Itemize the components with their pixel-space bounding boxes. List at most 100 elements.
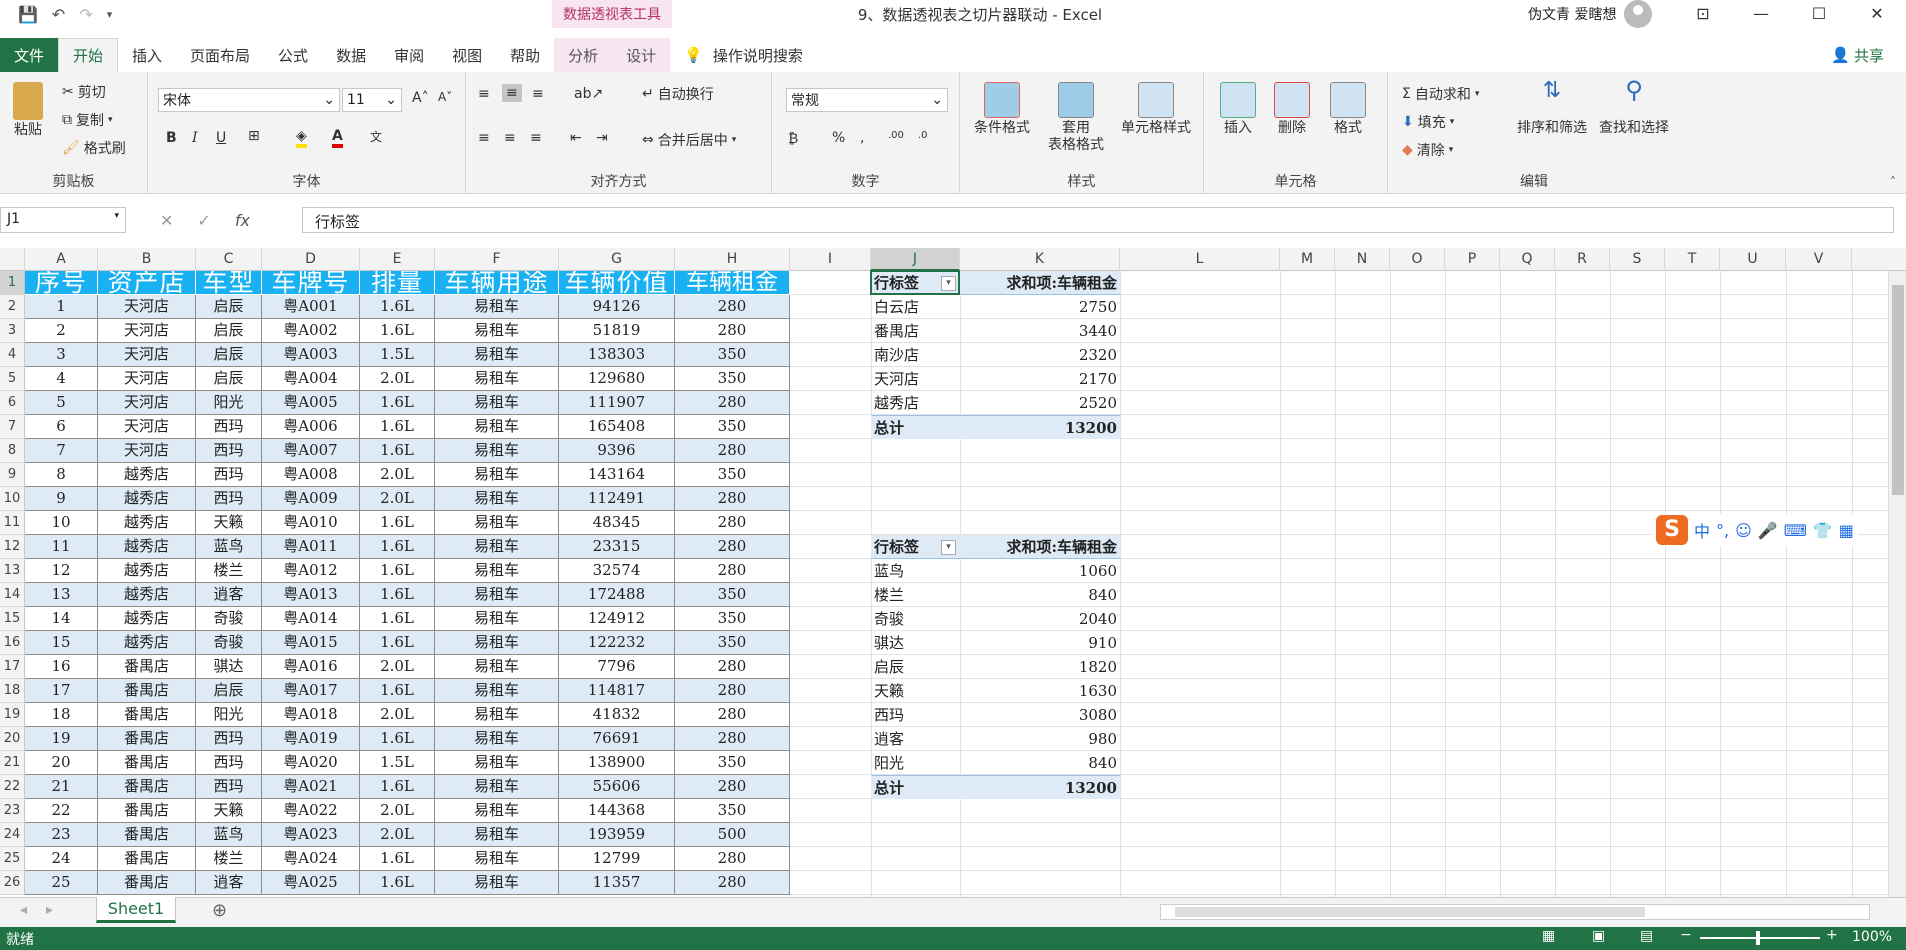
table-cell[interactable]: 粤A006: [262, 415, 360, 439]
column-header-u[interactable]: U: [1720, 248, 1786, 271]
decrease-decimal-icon[interactable]: .0: [918, 130, 928, 141]
table-cell[interactable]: 165408: [559, 415, 675, 439]
table-cell[interactable]: 1.6L: [360, 727, 435, 751]
table-cell[interactable]: 124912: [559, 607, 675, 631]
row-header[interactable]: 4: [0, 343, 25, 367]
pivot-row-value[interactable]: 1630: [960, 679, 1120, 703]
delete-cells-button[interactable]: 删除: [1270, 82, 1314, 137]
pivot-row-value[interactable]: 910: [960, 631, 1120, 655]
sheet-tab-sheet1[interactable]: Sheet1: [96, 897, 176, 923]
zoom-slider-thumb[interactable]: [1756, 931, 1760, 945]
pivot-row-label[interactable]: 奇骏: [871, 607, 960, 631]
table-cell[interactable]: 112491: [559, 487, 675, 511]
table-cell[interactable]: 280: [675, 391, 790, 415]
column-header-t[interactable]: T: [1665, 248, 1720, 271]
table-cell[interactable]: 越秀店: [98, 607, 196, 631]
format-as-table-button[interactable]: 套用 表格格式: [1040, 82, 1112, 154]
row-header[interactable]: 6: [0, 391, 25, 415]
table-cell[interactable]: 西玛: [196, 487, 262, 511]
table-cell[interactable]: 2.0L: [360, 487, 435, 511]
table-cell[interactable]: 粤A010: [262, 511, 360, 535]
pivot-row-value[interactable]: 3080: [960, 703, 1120, 727]
table-cell[interactable]: 1.6L: [360, 847, 435, 871]
table-cell[interactable]: 西玛: [196, 727, 262, 751]
table-cell[interactable]: 1.6L: [360, 535, 435, 559]
pivot-row-label[interactable]: 西玛: [871, 703, 960, 727]
table-cell[interactable]: 2.0L: [360, 367, 435, 391]
table-cell[interactable]: 350: [675, 631, 790, 655]
table-cell[interactable]: 天河店: [98, 343, 196, 367]
collapse-ribbon-icon[interactable]: ˄: [1890, 175, 1896, 189]
table-cell[interactable]: 138303: [559, 343, 675, 367]
table-cell[interactable]: 280: [675, 727, 790, 751]
table-cell[interactable]: 8: [25, 463, 98, 487]
table-cell[interactable]: 易租车: [435, 631, 559, 655]
table-cell[interactable]: 22: [25, 799, 98, 823]
skin-icon[interactable]: 👕: [1813, 521, 1833, 540]
table-cell[interactable]: 粤A021: [262, 775, 360, 799]
row-header[interactable]: 23: [0, 799, 25, 823]
pivot-row-value[interactable]: 1820: [960, 655, 1120, 679]
row-header[interactable]: 10: [0, 487, 25, 511]
table-cell[interactable]: 粤A015: [262, 631, 360, 655]
horizontal-scrollbar[interactable]: [1160, 904, 1870, 920]
tab-design[interactable]: 设计: [612, 38, 671, 72]
row-header[interactable]: 8: [0, 439, 25, 463]
table-cell[interactable]: 20: [25, 751, 98, 775]
table-cell[interactable]: 易租车: [435, 439, 559, 463]
column-header-d[interactable]: D: [262, 248, 360, 271]
table-cell[interactable]: 粤A020: [262, 751, 360, 775]
table-cell[interactable]: 122232: [559, 631, 675, 655]
table-cell[interactable]: 西玛: [196, 415, 262, 439]
table-cell[interactable]: 10: [25, 511, 98, 535]
pivot-row-value[interactable]: 840: [960, 583, 1120, 607]
table-cell[interactable]: 19: [25, 727, 98, 751]
table-cell[interactable]: 粤A009: [262, 487, 360, 511]
table-cell[interactable]: 280: [675, 775, 790, 799]
table-cell[interactable]: 粤A002: [262, 319, 360, 343]
table-cell[interactable]: 易租车: [435, 343, 559, 367]
table-cell[interactable]: 天河店: [98, 415, 196, 439]
align-bottom-icon[interactable]: ≡: [532, 86, 544, 102]
table-cell[interactable]: 启辰: [196, 343, 262, 367]
pivot-row-value[interactable]: 2040: [960, 607, 1120, 631]
table-cell[interactable]: 1.6L: [360, 775, 435, 799]
table-cell[interactable]: 易租车: [435, 655, 559, 679]
table-cell[interactable]: 280: [675, 871, 790, 895]
pivot-row-label[interactable]: 白云店: [871, 295, 960, 319]
table-cell[interactable]: 番禺店: [98, 703, 196, 727]
table-cell[interactable]: 1.6L: [360, 319, 435, 343]
table-cell[interactable]: 粤A022: [262, 799, 360, 823]
table-cell[interactable]: 280: [675, 847, 790, 871]
table-cell[interactable]: 4: [25, 367, 98, 391]
prev-sheet-icon[interactable]: ◂: [20, 902, 27, 918]
table-cell[interactable]: 9396: [559, 439, 675, 463]
column-header-o[interactable]: O: [1390, 248, 1445, 271]
normal-view-icon[interactable]: ▦: [1542, 928, 1555, 944]
row-header[interactable]: 12: [0, 535, 25, 559]
table-cell[interactable]: 350: [675, 415, 790, 439]
table-cell[interactable]: 193959: [559, 823, 675, 847]
pivot-row-label[interactable]: 楼兰: [871, 583, 960, 607]
pivot-row-value[interactable]: 840: [960, 751, 1120, 775]
fill-button[interactable]: ⬇ 填充 ▾: [1402, 112, 1454, 132]
user-account[interactable]: 伪文青 爱瞎想: [1528, 0, 1653, 28]
table-cell[interactable]: 逍客: [196, 583, 262, 607]
table-cell[interactable]: 7796: [559, 655, 675, 679]
table-cell[interactable]: 280: [675, 319, 790, 343]
table-cell[interactable]: 350: [675, 799, 790, 823]
table-cell[interactable]: 西玛: [196, 751, 262, 775]
clear-button[interactable]: ◆ 清除 ▾: [1402, 140, 1453, 160]
table-cell[interactable]: 易租车: [435, 511, 559, 535]
table-cell[interactable]: 350: [675, 583, 790, 607]
table-cell[interactable]: 6: [25, 415, 98, 439]
table-cell[interactable]: 172488: [559, 583, 675, 607]
pivot-row-label[interactable]: 启辰: [871, 655, 960, 679]
currency-icon[interactable]: ₿: [788, 130, 798, 147]
table-cell[interactable]: 129680: [559, 367, 675, 391]
pivot-row-label[interactable]: 天河店: [871, 367, 960, 391]
table-cell[interactable]: 23: [25, 823, 98, 847]
table-cell[interactable]: 易租车: [435, 415, 559, 439]
table-cell[interactable]: 粤A007: [262, 439, 360, 463]
row-header[interactable]: 21: [0, 751, 25, 775]
